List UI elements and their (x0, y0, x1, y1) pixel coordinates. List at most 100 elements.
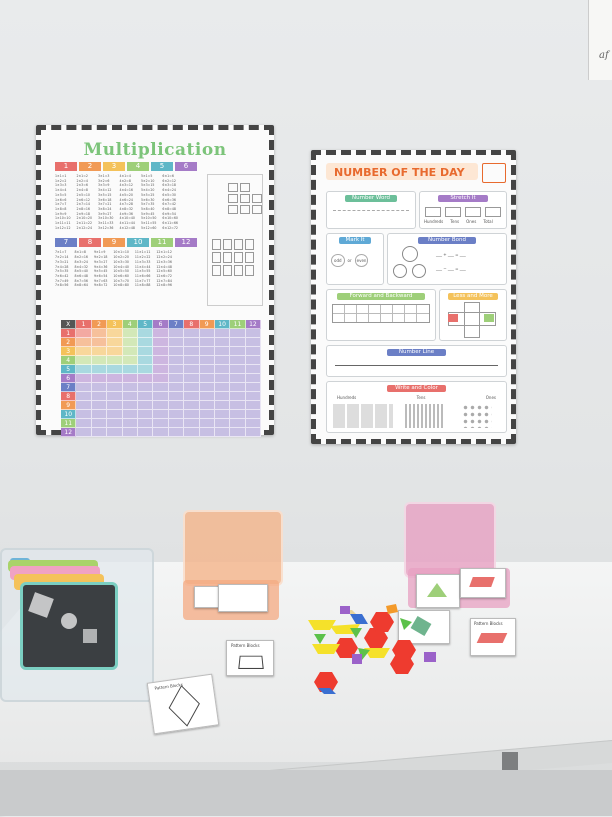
grid-cell (91, 356, 108, 365)
number-box (482, 163, 506, 183)
grid-cell: 1 (61, 329, 77, 338)
grid-cell (91, 401, 108, 410)
section-write-color: Write and Color Hundreds Tens Ones (326, 381, 507, 433)
grid-cell: 10 (61, 410, 77, 419)
grid-cell: 2 (91, 320, 108, 329)
column-number: 11 (151, 238, 173, 248)
grid-cell (168, 338, 185, 347)
grid-cell (76, 374, 92, 383)
blue-rhombus-block (350, 614, 368, 624)
grid-row: 7 (61, 383, 262, 392)
poster-title: Multiplication (83, 140, 227, 160)
grid-cell (230, 374, 246, 383)
grid-cell (214, 338, 231, 347)
grid-cell (76, 356, 92, 365)
column-number: 8 (79, 238, 101, 248)
grid-cell (184, 356, 200, 365)
facts-area: 123456 1×1=1 1×2=2 1×3=3 1×4=4 1×5=5 1×6… (55, 162, 205, 314)
grid-cell: 4 (122, 320, 138, 329)
grid-cell (122, 365, 138, 374)
grid-cell (230, 356, 246, 365)
grid-cell (122, 383, 138, 392)
grid-cell (199, 419, 215, 428)
grid-cell: 10 (214, 320, 231, 329)
grid-cell (168, 356, 185, 365)
grid-cell (107, 356, 123, 365)
column-number: 6 (175, 162, 197, 171)
grid-cell (137, 356, 154, 365)
multiplication-poster: Multiplication 123456 1×1=1 1×2=2 1×3=3 … (36, 125, 274, 437)
grid-cell (153, 410, 169, 419)
grid-cell (137, 419, 154, 428)
baseboard (0, 770, 612, 816)
grid-cell (168, 410, 185, 419)
grid-cell (122, 347, 138, 356)
grid-cell (107, 338, 123, 347)
grid-cell (214, 410, 231, 419)
grid-cell (153, 347, 169, 356)
yellow-trapezoid-block (312, 644, 340, 654)
grid-cell (122, 374, 138, 383)
grid-row: 2 (61, 338, 262, 347)
grid-cell: 6 (153, 320, 169, 329)
column-number: 9 (103, 238, 125, 248)
grid-cell (137, 410, 154, 419)
yellow-trapezoid-block (364, 648, 390, 658)
grid-cell (153, 329, 169, 338)
grid-cell: 7 (168, 320, 185, 329)
grid-cell (122, 329, 138, 338)
grid-cell (153, 365, 169, 374)
grid-cell (76, 419, 92, 428)
grid-cell (91, 419, 108, 428)
column-number: 7 (55, 238, 77, 248)
grid-cell (137, 383, 154, 392)
grid-cell (184, 329, 200, 338)
column-number: 4 (127, 162, 149, 171)
grid-cell (153, 356, 169, 365)
grid-cell (76, 329, 92, 338)
grid-cell (230, 338, 246, 347)
grid-row: 8 (61, 392, 262, 401)
practice-panel (207, 174, 263, 306)
grid-cell (245, 410, 262, 419)
grid-cell (122, 338, 138, 347)
grid-cell: 7 (61, 383, 77, 392)
grid-cell (76, 347, 92, 356)
grid-cell (91, 347, 108, 356)
column-number: 1 (55, 162, 77, 171)
grid-row: 12 (61, 428, 262, 437)
multiplication-grid: X 1 2 3 4 5 6 7 8 9 10 11 12 1 2 3 4 5 6 7 8 9 10 11 12 (61, 320, 262, 437)
grid-cell (245, 356, 262, 365)
grid-cell (184, 401, 200, 410)
grid-cell (168, 401, 185, 410)
grid-cell (153, 392, 169, 401)
grid-cell (214, 365, 231, 374)
grid-cell (107, 392, 123, 401)
grid-cell: 8 (61, 392, 77, 401)
grid-cell (107, 365, 123, 374)
grid-cell (199, 356, 215, 365)
grid-cell (153, 374, 169, 383)
grid-cell (107, 383, 123, 392)
pink-case-lid (404, 502, 496, 578)
grid-cell (214, 419, 231, 428)
grid-cell (168, 374, 185, 383)
grid-cell (76, 401, 92, 410)
grid-cell (76, 338, 92, 347)
green-triangle-block (400, 618, 412, 630)
grid-cell (76, 365, 92, 374)
grid-cell: 11 (61, 419, 77, 428)
grid-cell (168, 347, 185, 356)
grid-cell (230, 419, 246, 428)
grid-cell: 12 (245, 320, 262, 329)
grid-cell (122, 401, 138, 410)
grid-cell (184, 392, 200, 401)
grid-cell (184, 410, 200, 419)
grid-cell (245, 428, 262, 437)
grid-cell (153, 419, 169, 428)
grid-cell (214, 329, 231, 338)
grid-cell (91, 365, 108, 374)
grid-cell (230, 347, 246, 356)
grid-cell (184, 428, 200, 437)
grid-cell (168, 428, 185, 437)
